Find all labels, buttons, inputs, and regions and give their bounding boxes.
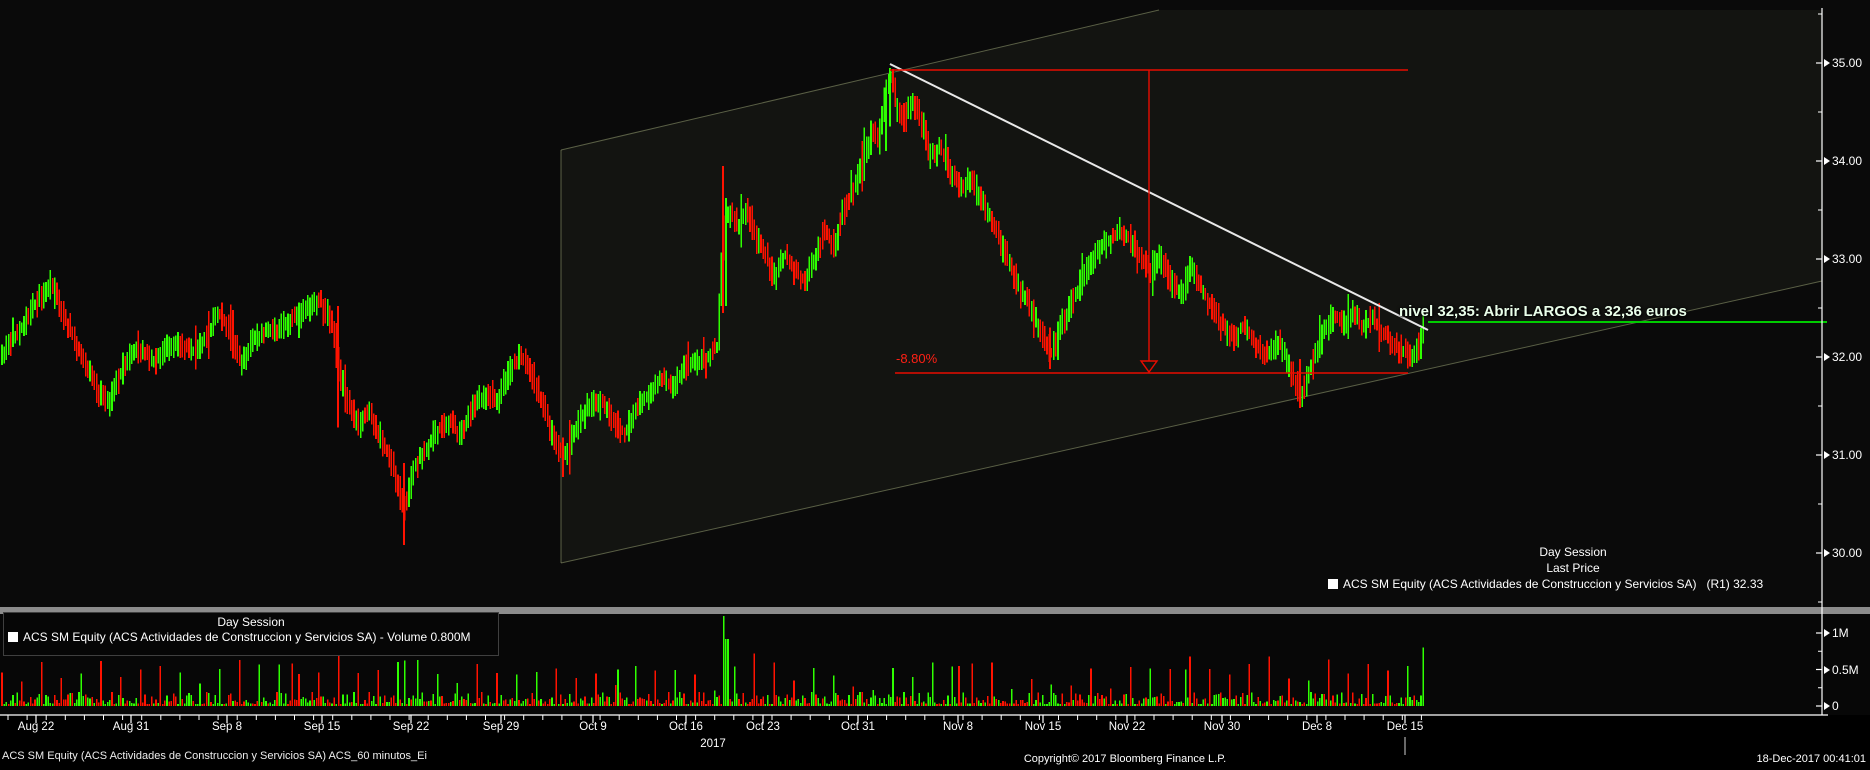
price-axis[interactable] xyxy=(1822,8,1870,715)
trade-level-annotation: nivel 32,35: Abrir LARGOS a 32,36 euros xyxy=(1399,303,1687,320)
volume-legend: Day Session ACS SM Equity (ACS Actividad… xyxy=(3,612,499,656)
measure-percent-label: -8.80% xyxy=(896,351,938,366)
bloomberg-chart-window: nivel 32,35: Abrir LARGOS a 32,36 euros … xyxy=(0,0,1870,770)
year-label: 2017 xyxy=(700,738,726,750)
statusbar-security-text: ACS SM Equity (ACS Actividades de Constr… xyxy=(2,750,427,762)
volume-legend-security: ACS SM Equity (ACS Actividades de Constr… xyxy=(23,630,471,644)
statusbar-copyright: Copyright© 2017 Bloomberg Finance L.P. xyxy=(1023,753,1227,765)
volume-legend-session: Day Session xyxy=(217,615,285,629)
statusbar-timestamp: 18-Dec-2017 00:41:01 xyxy=(1756,753,1866,765)
volume-series-swatch-icon xyxy=(8,632,18,642)
time-axis[interactable] xyxy=(0,715,1822,739)
